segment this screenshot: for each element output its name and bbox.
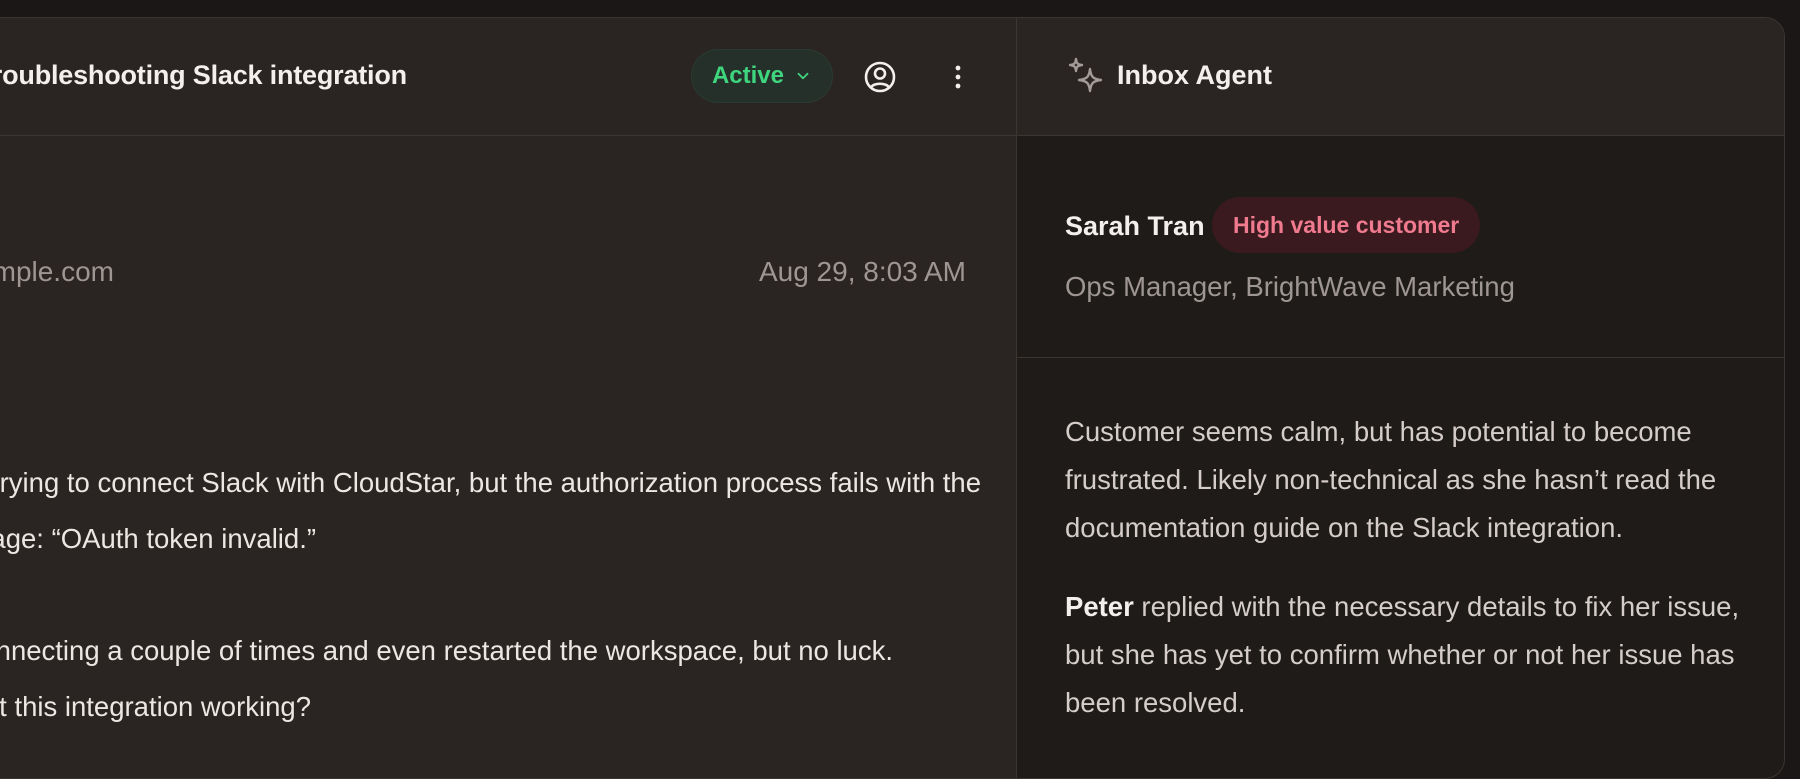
status-label: Active [711, 62, 785, 89]
message-text: error message: “OAuth token invalid.” [0, 523, 316, 554]
message-body-line: error message: “OAuth token invalid.” [0, 523, 316, 565]
message-text: I’m trying to connect Slack with CloudSt… [0, 467, 981, 498]
conversation-header: Troubleshooting Slack integration Active [0, 18, 1016, 136]
summary-paragraph: Customer seems calm, but has potential t… [1065, 416, 1717, 543]
chevron-down-icon [797, 72, 809, 80]
customer-role: Ops Manager, BrightWave Marketing [1065, 271, 1515, 302]
sender-email: sarah.tran@example.com [0, 256, 114, 287]
user-circle-icon[interactable] [863, 60, 897, 94]
customer-name: Sarah Tran [1065, 211, 1205, 241]
agent-header: Inbox Agent [1017, 18, 1784, 136]
customer-card: Sarah Tran High value customer Ops Manag… [1017, 135, 1784, 358]
summary-paragraph: Peter replied with the necessary details… [1065, 583, 1745, 727]
summary-text: replied with the necessary details to fi… [1065, 591, 1740, 718]
message-body-line: How can I get this integration working? [0, 691, 311, 733]
app-window: Troubleshooting Slack integration Active… [0, 17, 1785, 779]
status-dropdown[interactable]: Active [691, 49, 833, 103]
agent-title: Inbox Agent [1117, 60, 1272, 90]
sparkles-icon [1068, 57, 1103, 93]
message-text: I’ve tried reconnecting a couple of time… [0, 635, 893, 666]
conversation-pane: Troubleshooting Slack integration Active… [0, 18, 1016, 778]
message-timestamp: Aug 29, 8:03 AM [758, 256, 966, 287]
customer-badge: High value customer [1212, 197, 1481, 253]
agent-summary: Customer seems calm, but has potential t… [1065, 408, 1745, 758]
message-body-line: I’ve tried reconnecting a couple of time… [0, 635, 893, 677]
conversation-title: Troubleshooting Slack integration [0, 60, 407, 90]
agent-panel: Inbox Agent Sarah Tran High value custom… [1016, 18, 1784, 778]
message-text: How can I get this integration working? [0, 691, 311, 722]
more-vertical-icon[interactable] [941, 60, 975, 94]
message-body-line: I’m trying to connect Slack with CloudSt… [0, 467, 981, 509]
sender-email-clip: sarah.tran@example.com [0, 256, 114, 296]
agent-mention: Peter [1065, 591, 1134, 622]
